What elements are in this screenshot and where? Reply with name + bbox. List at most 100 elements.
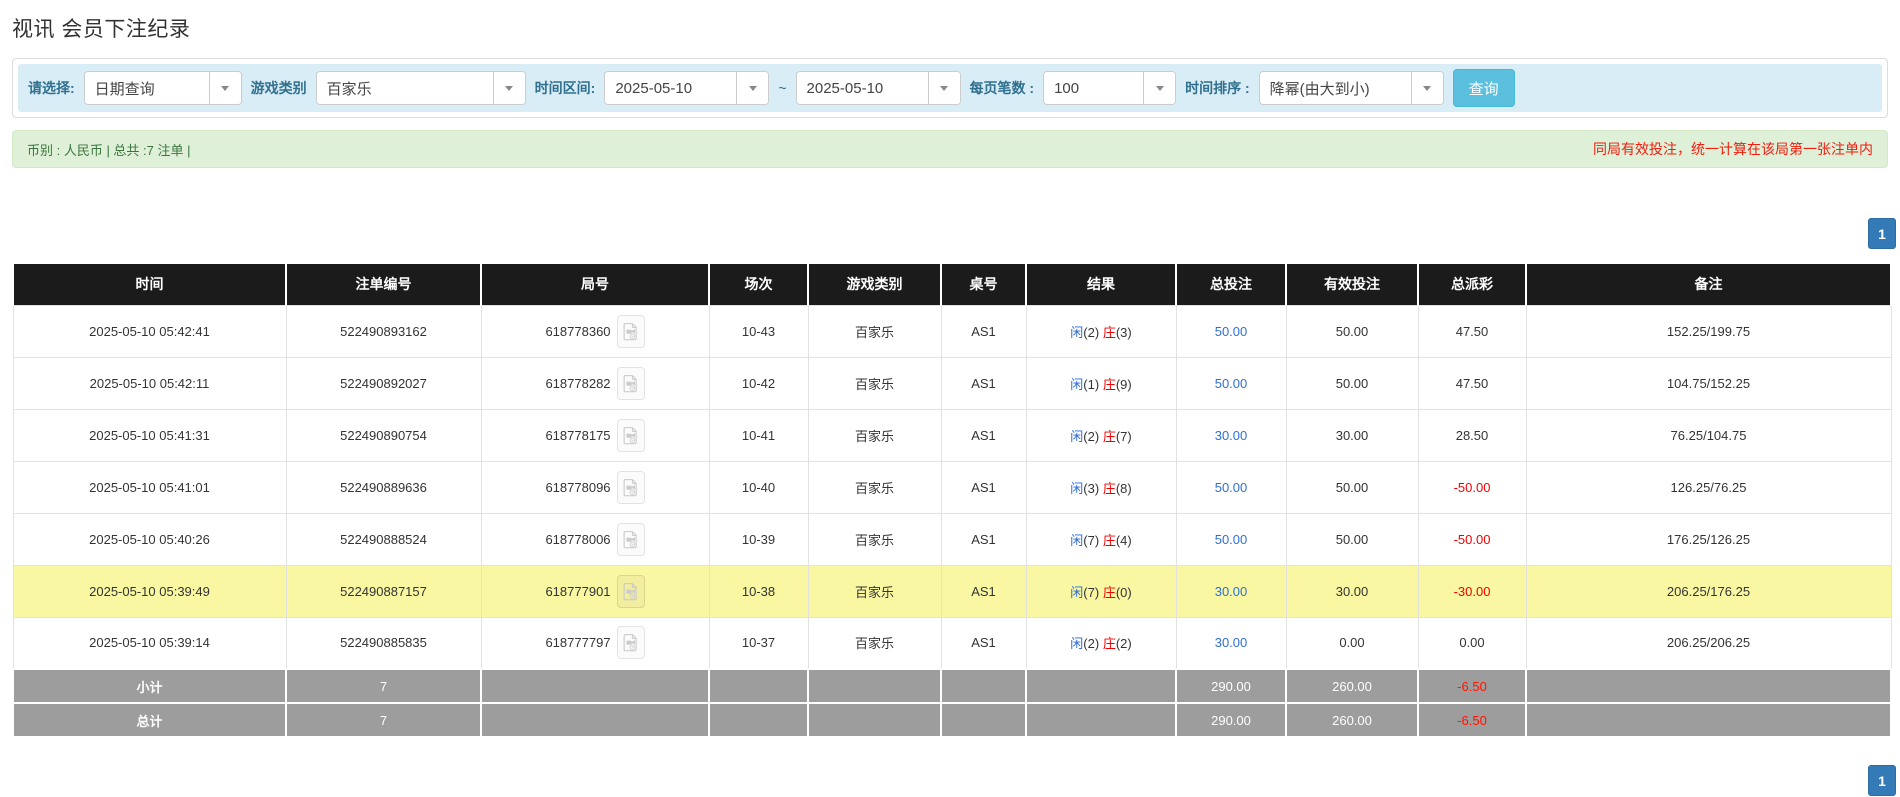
time-cell: 2025-05-10 05:42:11 xyxy=(12,356,287,410)
video-playback-button[interactable] xyxy=(616,366,645,400)
time-cell: 2025-05-10 05:39:14 xyxy=(12,616,287,670)
total-bet-cell: 50.00 xyxy=(1175,356,1287,410)
banker-result: 庄 xyxy=(1102,532,1116,548)
column-header-0: 时间 xyxy=(12,264,287,305)
video-icon xyxy=(623,634,637,652)
summary-valid-bet-cell: 260.00 xyxy=(1285,668,1419,704)
payout-cell: 47.50 xyxy=(1417,356,1527,410)
date-from-value: 2025-05-10 xyxy=(615,79,693,97)
time-cell: 2025-05-10 05:42:41 xyxy=(12,304,287,358)
game-category-select[interactable]: 百家乐 xyxy=(315,71,526,105)
session-cell: 10-42 xyxy=(708,356,809,410)
date-to-select[interactable]: 2025-05-10 xyxy=(795,71,961,105)
player-result: 闲 xyxy=(1070,636,1084,652)
column-header-4: 游戏类别 xyxy=(807,264,942,305)
video-icon xyxy=(623,374,637,392)
banker-result: 庄 xyxy=(1102,636,1116,652)
video-playback-button[interactable] xyxy=(616,470,645,504)
query-type-value: 日期查询 xyxy=(94,80,155,98)
table-row: 2025-05-10 05:42:41 522490893162 6187783… xyxy=(12,304,1892,358)
total-bet-cell: 30.00 xyxy=(1175,616,1287,670)
bets-table: 时间 注单编号 局号 场次 游戏类别 桌号 结果 总投注 有效投注 总派彩 备注 2025-05-1… xyxy=(12,264,1892,738)
bet-no-cell: 522490885835 xyxy=(285,616,482,670)
query-type-select[interactable]: 日期查询 xyxy=(83,71,242,105)
game-cell: 百家乐 xyxy=(807,408,942,462)
game-cell: 百家乐 xyxy=(807,616,942,670)
valid-bet-cell: 50.00 xyxy=(1285,512,1419,566)
session-cell: 10-41 xyxy=(708,408,809,462)
banker-result: 庄 xyxy=(1102,376,1116,392)
payout-cell: 28.50 xyxy=(1417,408,1527,462)
page-size-select[interactable]: 100 xyxy=(1043,71,1177,105)
video-playback-button[interactable] xyxy=(616,314,645,348)
query-type-label: 请选择: xyxy=(28,80,75,96)
game-cell: 百家乐 xyxy=(807,304,942,358)
round-no-cell: 618777901 xyxy=(480,564,710,618)
banker-result: 庄 xyxy=(1102,480,1116,496)
summary-total-bet-cell: 290.00 xyxy=(1175,702,1287,738)
summary-row: 总计 7 290.00 260.00 -6.50 xyxy=(12,702,1892,738)
summary-row: 小计 7 290.00 260.00 -6.50 xyxy=(12,668,1892,704)
notice-text: 同局有效投注，统一计算在该局第一张注单内 xyxy=(1593,141,1873,157)
chevron-down-icon xyxy=(492,72,525,104)
page-button[interactable]: 1 xyxy=(1868,218,1896,249)
result-cell: 闲(3) 庄(8) xyxy=(1025,460,1177,514)
column-header-3: 场次 xyxy=(708,264,809,305)
game-cell: 百家乐 xyxy=(807,356,942,410)
round-no-cell: 618777797 xyxy=(480,616,710,670)
summary-payout-cell: -6.50 xyxy=(1417,702,1527,738)
video-icon xyxy=(623,582,637,600)
chevron-down-icon xyxy=(1410,72,1443,104)
video-playback-button[interactable] xyxy=(616,522,645,556)
banker-result: 庄 xyxy=(1102,324,1116,340)
valid-bet-cell: 0.00 xyxy=(1285,616,1419,670)
table-header-row: 时间 注单编号 局号 场次 游戏类别 桌号 结果 总投注 有效投注 总派彩 备注 xyxy=(12,264,1892,305)
round-no-value: 618778096 xyxy=(545,479,611,495)
time-cell: 2025-05-10 05:41:01 xyxy=(12,460,287,514)
column-header-9: 总派彩 xyxy=(1417,264,1527,305)
summary-label-cell: 小计 xyxy=(12,668,287,704)
table-no-cell: AS1 xyxy=(940,460,1027,514)
valid-bet-cell: 50.00 xyxy=(1285,304,1419,358)
result-cell: 闲(2) 庄(2) xyxy=(1025,616,1177,670)
game-cell: 百家乐 xyxy=(807,512,942,566)
video-playback-button[interactable] xyxy=(616,626,645,660)
chevron-down-icon xyxy=(1143,72,1176,104)
video-playback-button[interactable] xyxy=(616,574,645,608)
bet-no-cell: 522490888524 xyxy=(285,512,482,566)
time-range-label: 时间区间: xyxy=(534,80,596,96)
payout-cell: -50.00 xyxy=(1417,512,1527,566)
session-cell: 10-37 xyxy=(708,616,809,670)
time-sort-select[interactable]: 降幂(由大到小) xyxy=(1258,71,1444,105)
table-row: 2025-05-10 05:42:11 522490892027 6187782… xyxy=(12,356,1892,410)
player-result: 闲 xyxy=(1070,324,1084,340)
valid-bet-cell: 50.00 xyxy=(1285,356,1419,410)
pagination-top: 1 xyxy=(12,218,1896,249)
table-no-cell: AS1 xyxy=(940,356,1027,410)
table-no-cell: AS1 xyxy=(940,616,1027,670)
currency-summary-text: 币别 : 人民币 | 总共 :7 注单 | xyxy=(27,142,191,158)
table-no-cell: AS1 xyxy=(940,408,1027,462)
valid-bet-cell: 30.00 xyxy=(1285,408,1419,462)
table-row: 2025-05-10 05:39:14 522490885835 6187777… xyxy=(12,616,1892,670)
video-icon xyxy=(623,322,637,340)
video-playback-button[interactable] xyxy=(616,418,645,452)
filter-panel: 请选择: 日期查询 游戏类别 百家乐 时间区间: 2025-05-10 ~ 20… xyxy=(12,58,1888,118)
video-icon xyxy=(623,426,637,444)
time-cell: 2025-05-10 05:41:31 xyxy=(12,408,287,462)
banker-result: 庄 xyxy=(1102,584,1116,600)
player-result: 闲 xyxy=(1070,532,1084,548)
remark-cell: 176.25/126.25 xyxy=(1525,512,1892,566)
session-cell: 10-39 xyxy=(708,512,809,566)
round-no-value: 618777797 xyxy=(545,635,611,651)
summary-total-bet-cell: 290.00 xyxy=(1175,668,1287,704)
page-size-value: 100 xyxy=(1054,79,1080,97)
table-row: 2025-05-10 05:41:31 522490890754 6187781… xyxy=(12,408,1892,462)
round-no-cell: 618778096 xyxy=(480,460,710,514)
payout-cell: -50.00 xyxy=(1417,460,1527,514)
round-no-cell: 618778006 xyxy=(480,512,710,566)
date-from-select[interactable]: 2025-05-10 xyxy=(604,71,770,105)
search-button[interactable]: 查询 xyxy=(1452,69,1515,107)
page-button[interactable]: 1 xyxy=(1868,765,1896,796)
remark-cell: 126.25/76.25 xyxy=(1525,460,1892,514)
